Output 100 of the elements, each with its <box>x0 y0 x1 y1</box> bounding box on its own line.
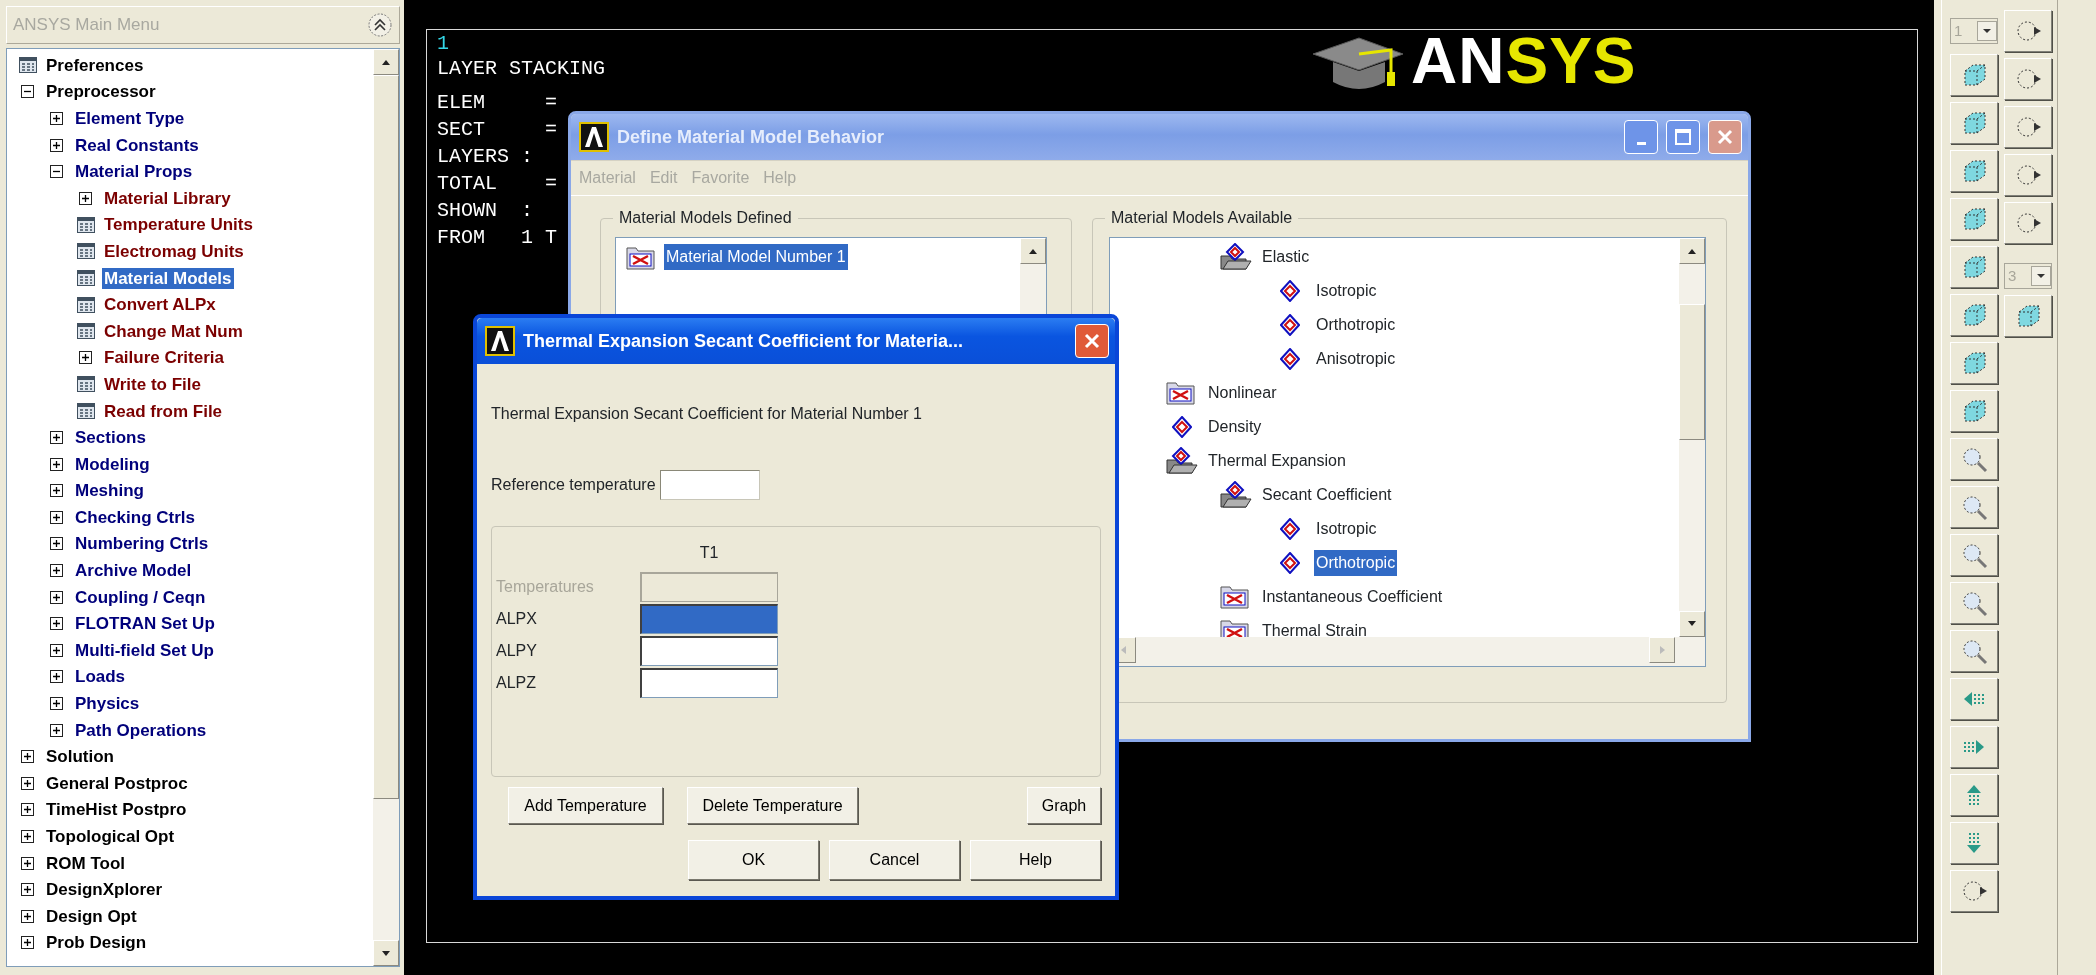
expand-icon[interactable] <box>21 936 34 950</box>
expand-icon[interactable] <box>50 537 63 551</box>
expand-icon[interactable] <box>50 670 63 684</box>
menu-item[interactable]: Read from File <box>102 400 225 422</box>
menu-item[interactable]: FLOTRAN Set Up <box>73 613 217 635</box>
menu-item[interactable]: Preprocessor <box>44 81 158 103</box>
expand-icon[interactable] <box>79 351 92 365</box>
menu-item[interactable]: Change Mat Num <box>102 320 245 342</box>
menu-item[interactable]: Material Library <box>102 187 233 209</box>
dialog-button[interactable]: OK <box>688 840 819 880</box>
menu-item[interactable]: Write to File <box>102 373 203 395</box>
menu-item[interactable]: Element Type <box>73 108 187 129</box>
minimize-button[interactable] <box>1624 120 1658 154</box>
scroll-up-button[interactable] <box>1020 238 1046 264</box>
expand-icon[interactable] <box>50 697 63 711</box>
tree-item[interactable]: Orthotropic <box>1314 312 1398 338</box>
toolbar-button[interactable] <box>1950 774 1998 816</box>
input-field[interactable] <box>640 604 778 634</box>
toolbar-button[interactable] <box>2004 202 2052 244</box>
close-button[interactable] <box>1075 324 1109 358</box>
tree-item[interactable]: Isotropic <box>1314 278 1379 304</box>
menu-item[interactable]: Convert ALPx <box>102 294 218 316</box>
collapse-icon[interactable] <box>21 85 34 99</box>
expand-icon[interactable] <box>50 643 63 657</box>
toolbar-button[interactable] <box>1950 150 1998 192</box>
menu-item[interactable]: Meshing <box>73 480 146 502</box>
input-field[interactable] <box>640 636 778 666</box>
toolbar-button[interactable] <box>1950 438 1998 480</box>
menu-item[interactable]: Modeling <box>73 453 152 475</box>
toolbar-button[interactable] <box>2004 106 2052 148</box>
collapse-icon[interactable] <box>367 12 393 38</box>
toolbar-button[interactable] <box>1950 486 1998 528</box>
menu-item[interactable]: Design Opt <box>44 905 139 927</box>
toolbar-button[interactable] <box>2004 10 2052 52</box>
maximize-button[interactable] <box>1666 120 1700 154</box>
toolbar-button[interactable] <box>1950 198 1998 240</box>
tree-item[interactable]: Thermal Strain <box>1260 618 1369 637</box>
scroll-up-button[interactable] <box>1679 238 1705 264</box>
menu-item[interactable]: DesignXplorer <box>44 879 165 901</box>
input-field[interactable] <box>640 668 778 698</box>
menu-item[interactable]: Real Constants <box>73 134 201 156</box>
toolbar-button[interactable] <box>1950 726 1998 768</box>
menu-item[interactable]: Temperature Units <box>102 214 255 236</box>
toolbar-button[interactable] <box>1950 822 1998 864</box>
toolbar-button[interactable] <box>1950 102 1998 144</box>
dialog-button[interactable]: Delete Temperature <box>687 787 858 824</box>
input-field[interactable] <box>659 470 760 500</box>
toolbar-button[interactable] <box>1950 246 1998 288</box>
expand-icon[interactable] <box>50 723 63 737</box>
toolbar-button[interactable] <box>1950 390 1998 432</box>
tree-item[interactable]: Anisotropic <box>1314 346 1398 372</box>
menu-item[interactable]: ROM Tool <box>44 852 127 874</box>
menu-item[interactable]: Numbering Ctrls <box>73 533 211 555</box>
tree-item[interactable]: Secant Coefficient <box>1260 482 1394 508</box>
expand-icon[interactable] <box>50 564 63 578</box>
menu-item[interactable]: TimeHist Postpro <box>44 799 189 821</box>
menu-item[interactable]: Path Operations <box>73 719 209 741</box>
menu-item[interactable]: Coupling / Ceqn <box>73 586 208 608</box>
expand-icon[interactable] <box>79 191 92 205</box>
dialog-button[interactable]: Add Temperature <box>508 787 663 824</box>
menu-item[interactable]: Archive Model <box>73 560 194 582</box>
tree-item[interactable]: Nonlinear <box>1206 380 1279 406</box>
menu-item[interactable]: Physics <box>73 693 142 715</box>
expand-icon[interactable] <box>21 909 34 923</box>
tree-item[interactable]: Density <box>1206 414 1264 440</box>
expand-icon[interactable] <box>50 457 63 471</box>
menu-item[interactable]: Multi-field Set Up <box>73 639 216 661</box>
expand-icon[interactable] <box>21 883 34 897</box>
menu-item[interactable]: Preferences <box>44 54 146 76</box>
tree-item[interactable]: Elastic <box>1260 244 1312 270</box>
scroll-up-button[interactable] <box>373 49 399 75</box>
menu-item[interactable]: Sections <box>73 427 148 449</box>
dialog-button[interactable]: Cancel <box>829 840 960 880</box>
toolbar-button[interactable] <box>2004 295 2052 337</box>
toolbar-button[interactable] <box>1950 870 1998 912</box>
menu-item[interactable]: Failure Criteria <box>102 347 226 369</box>
expand-icon[interactable] <box>50 590 63 604</box>
dialog-button[interactable]: Graph <box>1027 787 1101 824</box>
toolbar-button[interactable] <box>2004 58 2052 100</box>
expand-icon[interactable] <box>50 431 63 445</box>
menu-item[interactable]: General Postproc <box>44 772 190 794</box>
scroll-down-button[interactable] <box>1679 610 1705 637</box>
expand-icon[interactable] <box>50 112 63 125</box>
toolbar-button[interactable] <box>1950 678 1998 720</box>
expand-icon[interactable] <box>21 750 34 764</box>
expand-icon[interactable] <box>21 830 34 843</box>
toolbar-button[interactable] <box>1950 534 1998 576</box>
toolbar-button[interactable] <box>1950 630 1998 672</box>
expand-icon[interactable] <box>50 617 63 631</box>
menu-item[interactable]: Prob Design <box>44 932 149 954</box>
menu-item[interactable]: Solution <box>44 746 116 768</box>
collapse-icon[interactable] <box>50 165 63 179</box>
menu-item[interactable]: Electromag Units <box>102 240 246 262</box>
toolbar-button[interactable] <box>2004 154 2052 196</box>
tree-item[interactable]: Orthotropic <box>1314 550 1398 576</box>
expand-icon[interactable] <box>50 138 63 152</box>
menu-item[interactable]: Checking Ctrls <box>73 506 197 528</box>
dialog-button[interactable]: Help <box>970 840 1101 880</box>
menu-item[interactable]: Loads <box>73 666 128 688</box>
menu-item[interactable]: Topological Opt <box>44 826 177 847</box>
